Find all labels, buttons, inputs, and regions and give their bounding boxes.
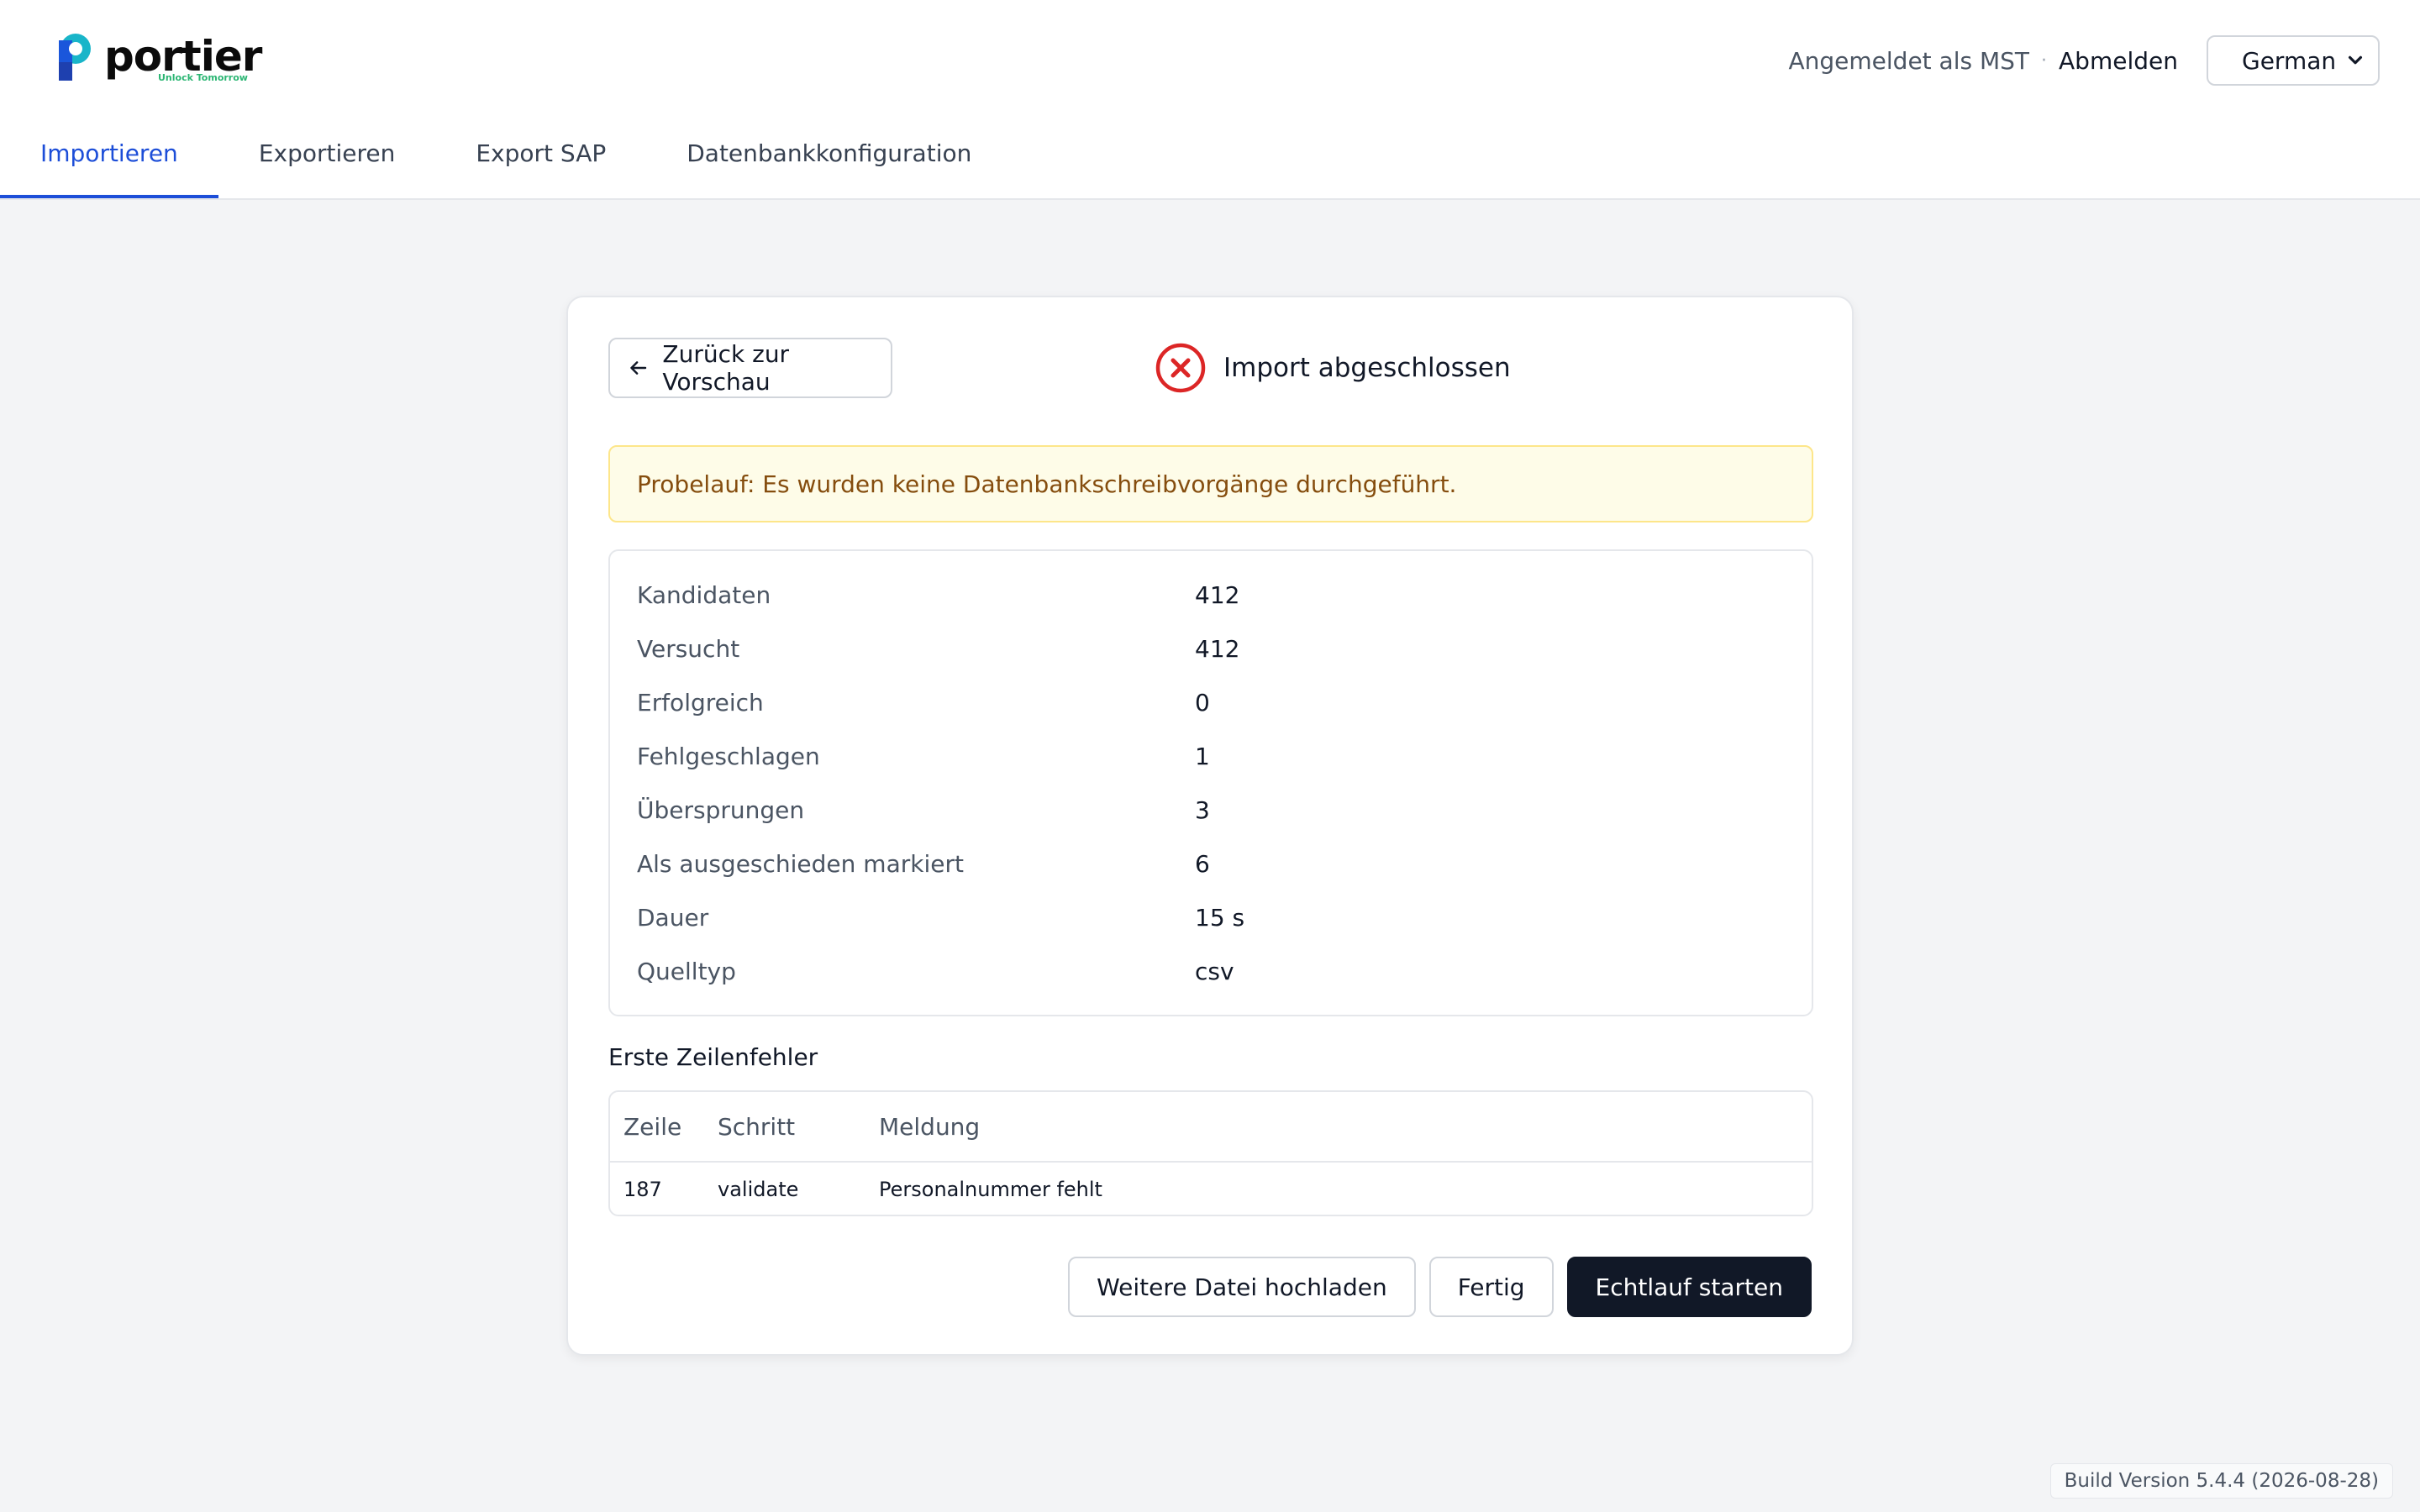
- column-header-meldung: Meldung: [879, 1112, 981, 1141]
- cell-step: validate: [718, 1178, 799, 1201]
- user-area: Angemeldet als MST · Abmelden German: [1788, 35, 2380, 86]
- stat-value: 6: [1195, 849, 1210, 878]
- stat-value: 3: [1195, 795, 1210, 824]
- table-row: 187 validate Personalnummer fehlt: [610, 1163, 1812, 1215]
- column-header-zeile: Zeile: [623, 1112, 682, 1141]
- stat-label: Dauer: [637, 903, 709, 932]
- stat-row-kandidaten: Kandidaten 412: [610, 568, 1812, 622]
- stat-row-erfolgreich: Erfolgreich 0: [610, 675, 1812, 729]
- header-separator: ·: [2041, 50, 2048, 71]
- main-nav: Importieren Exportieren Export SAP Daten…: [0, 126, 1012, 198]
- cell-message: Personalnummer fehlt: [879, 1178, 1102, 1201]
- back-button-label: Zurück zur Vorschau: [662, 340, 790, 396]
- tab-datenbankkonfiguration[interactable]: Datenbankkonfiguration: [646, 126, 1012, 198]
- upload-another-file-button[interactable]: Weitere Datei hochladen: [1068, 1257, 1416, 1317]
- dry-run-alert-text: Probelauf: Es wurden keine Datenbankschr…: [637, 470, 1457, 498]
- stat-value: csv: [1195, 957, 1234, 985]
- done-button[interactable]: Fertig: [1428, 1257, 1554, 1317]
- stats-panel: Kandidaten 412 Versucht 412 Erfolgreich …: [608, 549, 1813, 1016]
- column-header-schritt: Schritt: [718, 1112, 796, 1141]
- stat-value: 1: [1195, 742, 1210, 770]
- top-header: portier Unlock Tomorrow Angemeldet als M…: [0, 0, 2420, 200]
- portier-logo-icon: [59, 34, 91, 81]
- stat-label: Quelltyp: [637, 957, 736, 985]
- build-version-badge: Build Version 5.4.4 (2026-08-28): [2049, 1463, 2393, 1499]
- stat-row-quelltyp: Quelltyp csv: [610, 944, 1812, 998]
- stat-value: 15 s: [1195, 903, 1245, 932]
- stat-row-versucht: Versucht 412: [610, 622, 1812, 675]
- stat-label: Kandidaten: [637, 580, 771, 609]
- import-status: Import abgeschlossen: [1155, 341, 1511, 395]
- stat-label: Erfolgreich: [637, 688, 764, 717]
- stat-value: 0: [1195, 688, 1210, 717]
- error-circle-icon: [1155, 343, 1206, 393]
- brand-tagline: Unlock Tomorrow: [158, 72, 248, 83]
- stat-label: Übersprungen: [637, 795, 805, 824]
- stat-value: 412: [1195, 580, 1240, 609]
- status-title: Import abgeschlossen: [1223, 353, 1511, 383]
- chevron-down-icon: [2348, 55, 2363, 65]
- tab-export-sap[interactable]: Export SAP: [435, 126, 646, 198]
- row-errors-table: Zeile Schritt Meldung 187 validate Perso…: [608, 1090, 1813, 1216]
- language-select[interactable]: German: [2207, 35, 2380, 86]
- cell-line: 187: [623, 1178, 662, 1201]
- action-bar: Weitere Datei hochladen Fertig Echtlauf …: [1068, 1257, 1812, 1317]
- language-select-value: German: [2242, 46, 2337, 75]
- start-live-run-button[interactable]: Echtlauf starten: [1566, 1257, 1812, 1317]
- import-result-card: Zurück zur Vorschau Import abgeschlossen…: [566, 296, 1854, 1356]
- dry-run-alert: Probelauf: Es wurden keine Datenbankschr…: [608, 445, 1813, 522]
- back-to-preview-button[interactable]: Zurück zur Vorschau: [608, 338, 892, 398]
- row-errors-title: Erste Zeilenfehler: [608, 1043, 818, 1071]
- stat-label: Als ausgeschieden markiert: [637, 849, 964, 878]
- signed-in-label: Angemeldet als MST: [1788, 46, 2030, 75]
- logout-link[interactable]: Abmelden: [2059, 47, 2178, 75]
- stat-row-fehlgeschlagen: Fehlgeschlagen 1: [610, 729, 1812, 783]
- stat-label: Fehlgeschlagen: [637, 742, 820, 770]
- table-header: Zeile Schritt Meldung: [610, 1092, 1812, 1163]
- stat-row-ausgeschieden: Als ausgeschieden markiert 6: [610, 837, 1812, 890]
- arrow-left-icon: [630, 361, 647, 375]
- stat-label: Versucht: [637, 634, 740, 663]
- stat-value: 412: [1195, 634, 1240, 663]
- portier-logo[interactable]: portier Unlock Tomorrow: [54, 32, 272, 91]
- tab-exportieren[interactable]: Exportieren: [218, 126, 436, 198]
- stat-row-dauer: Dauer 15 s: [610, 890, 1812, 944]
- stat-row-uebersprungen: Übersprungen 3: [610, 783, 1812, 837]
- tab-importieren[interactable]: Importieren: [0, 126, 218, 198]
